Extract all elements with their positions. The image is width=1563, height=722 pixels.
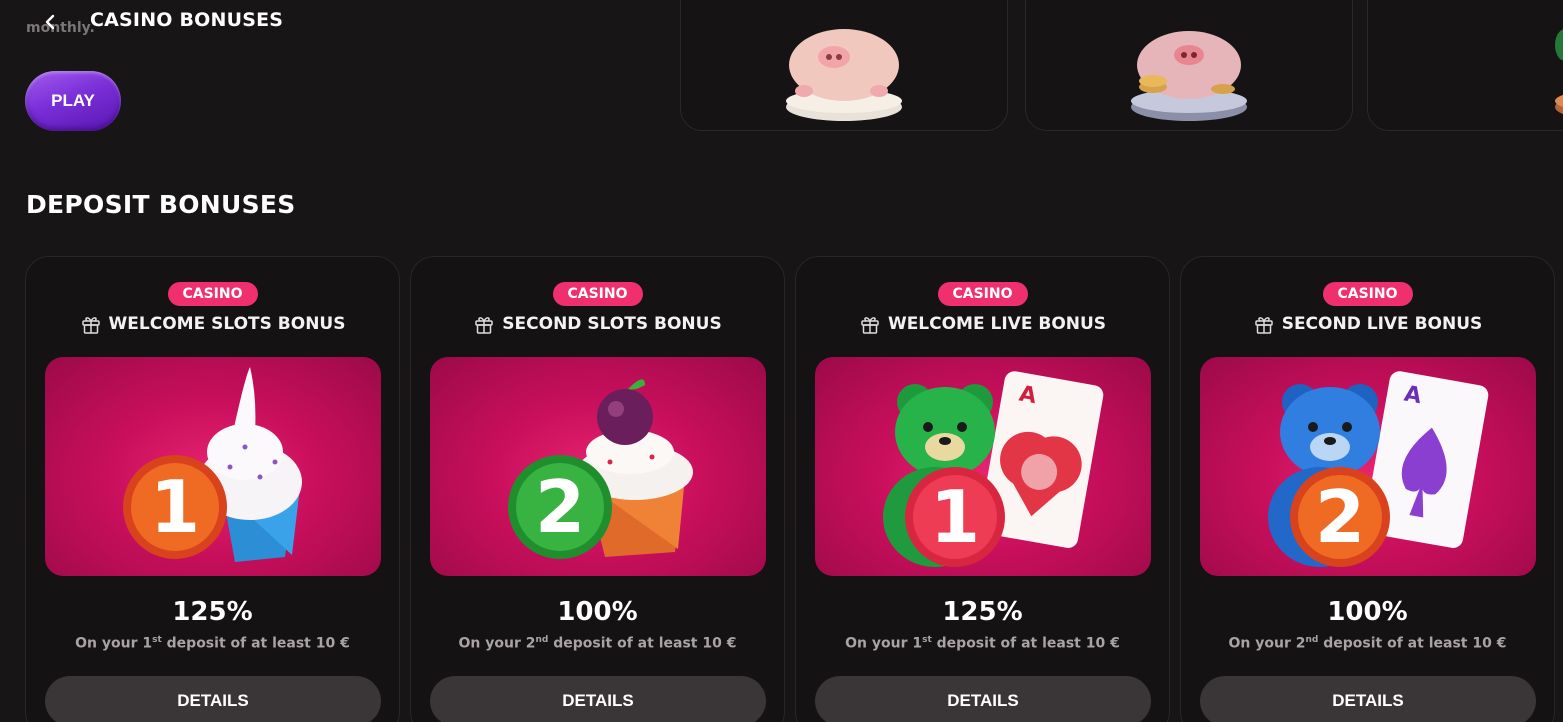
bonus-name: WELCOME SLOTS BONUS bbox=[26, 313, 399, 335]
casino-bonuses-page: monthly. CASINO BONUSES PLAY DEPOSIT BON… bbox=[0, 0, 1563, 722]
bonus-image-plum-cupcake: 2 bbox=[430, 357, 766, 576]
chevron-left-icon bbox=[45, 14, 55, 30]
piggy-card-2[interactable] bbox=[1025, 0, 1353, 131]
svg-text:1: 1 bbox=[150, 465, 200, 549]
deposit-prefix: On your 1 bbox=[845, 635, 923, 652]
gift-icon bbox=[475, 317, 494, 334]
bonus-percent: 125% bbox=[172, 597, 253, 627]
bonus-card-welcome-live[interactable]: CASINO WELCOME LIVE BONUS A 1 125% On yo… bbox=[795, 256, 1170, 722]
deposit-prefix: On your 1 bbox=[75, 635, 153, 652]
deposit-prefix: On your 2 bbox=[1228, 635, 1306, 652]
gift-icon bbox=[81, 317, 100, 334]
page-title: CASINO BONUSES bbox=[90, 9, 284, 31]
deposit-rest: deposit of at least 10 € bbox=[1318, 635, 1507, 652]
deposit-condition: On your 1st deposit of at least 10 € bbox=[26, 635, 399, 652]
bonus-percent: 100% bbox=[1327, 597, 1408, 627]
section-title: DEPOSIT BONUSES bbox=[26, 190, 296, 219]
bonus-percent: 100% bbox=[557, 597, 638, 627]
deposit-ordinal: nd bbox=[535, 635, 549, 645]
bonus-name-label: WELCOME LIVE BONUS bbox=[887, 314, 1107, 334]
green-bear-card-icon: A 1 bbox=[883, 371, 1104, 567]
casino-badge: CASINO bbox=[552, 282, 643, 306]
details-button[interactable]: DETAILS bbox=[815, 676, 1151, 722]
piggy-coins-icon bbox=[1131, 31, 1247, 121]
casino-badge: CASINO bbox=[937, 282, 1028, 306]
details-button[interactable]: DETAILS bbox=[430, 676, 766, 722]
back-button[interactable] bbox=[36, 8, 64, 36]
gift-icon bbox=[861, 317, 879, 334]
deposit-condition: On your 2nd deposit of at least 10 € bbox=[1181, 635, 1554, 652]
top-header: CASINO BONUSES bbox=[0, 0, 600, 44]
piggy-card-3[interactable] bbox=[1367, 0, 1563, 131]
deposit-rest: deposit of at least 10 € bbox=[548, 635, 737, 652]
bonus-name: WELCOME LIVE BONUS bbox=[796, 313, 1169, 335]
svg-text:2: 2 bbox=[1315, 475, 1365, 559]
casino-badge: CASINO bbox=[1322, 282, 1413, 306]
bonus-name-label: WELCOME SLOTS BONUS bbox=[108, 314, 346, 334]
cupcake-icon: 1 bbox=[123, 367, 302, 562]
deposit-prefix: On your 2 bbox=[458, 635, 536, 652]
bonus-name-label: SECOND LIVE BONUS bbox=[1281, 314, 1483, 334]
bonus-card-welcome-slots[interactable]: CASINO WELCOME SLOTS BONUS 1 125% On you… bbox=[25, 256, 400, 722]
deposit-ordinal: st bbox=[922, 635, 932, 645]
bonus-image-cupcake: 1 bbox=[45, 357, 381, 576]
details-button[interactable]: DETAILS bbox=[1200, 676, 1536, 722]
piggy-card-1[interactable] bbox=[680, 0, 1008, 131]
details-button[interactable]: DETAILS bbox=[45, 676, 381, 722]
deposit-ordinal: st bbox=[152, 635, 162, 645]
casino-badge: CASINO bbox=[167, 282, 258, 306]
svg-text:2: 2 bbox=[535, 465, 585, 549]
bonus-name: SECOND SLOTS BONUS bbox=[411, 313, 784, 335]
deposit-rest: deposit of at least 10 € bbox=[161, 635, 350, 652]
bonus-percent: 125% bbox=[942, 597, 1023, 627]
deposit-rest: deposit of at least 10 € bbox=[931, 635, 1120, 652]
svg-text:1: 1 bbox=[930, 475, 980, 559]
deposit-condition: On your 2nd deposit of at least 10 € bbox=[411, 635, 784, 652]
piggy-gold-icon bbox=[1554, 29, 1563, 115]
plum-cupcake-icon: 2 bbox=[508, 379, 693, 559]
blue-bear-card-icon: A 2 bbox=[1268, 371, 1489, 567]
bonus-card-second-live[interactable]: CASINO SECOND LIVE BONUS A 2 100% On you… bbox=[1180, 256, 1555, 722]
bonus-image-blue-bear: A 2 bbox=[1200, 357, 1536, 576]
piggy-bank-icon bbox=[786, 29, 902, 121]
deposit-condition: On your 1st deposit of at least 10 € bbox=[796, 635, 1169, 652]
bonus-name-label: SECOND SLOTS BONUS bbox=[502, 314, 722, 334]
deposit-ordinal: nd bbox=[1305, 635, 1319, 645]
gift-icon bbox=[1254, 317, 1273, 334]
bonus-image-green-bear: A 1 bbox=[815, 357, 1151, 576]
bonus-card-second-slots[interactable]: CASINO SECOND SLOTS BONUS 2 100% On your… bbox=[410, 256, 785, 722]
bonus-name: SECOND LIVE BONUS bbox=[1181, 313, 1554, 335]
play-button[interactable]: PLAY bbox=[25, 71, 121, 131]
